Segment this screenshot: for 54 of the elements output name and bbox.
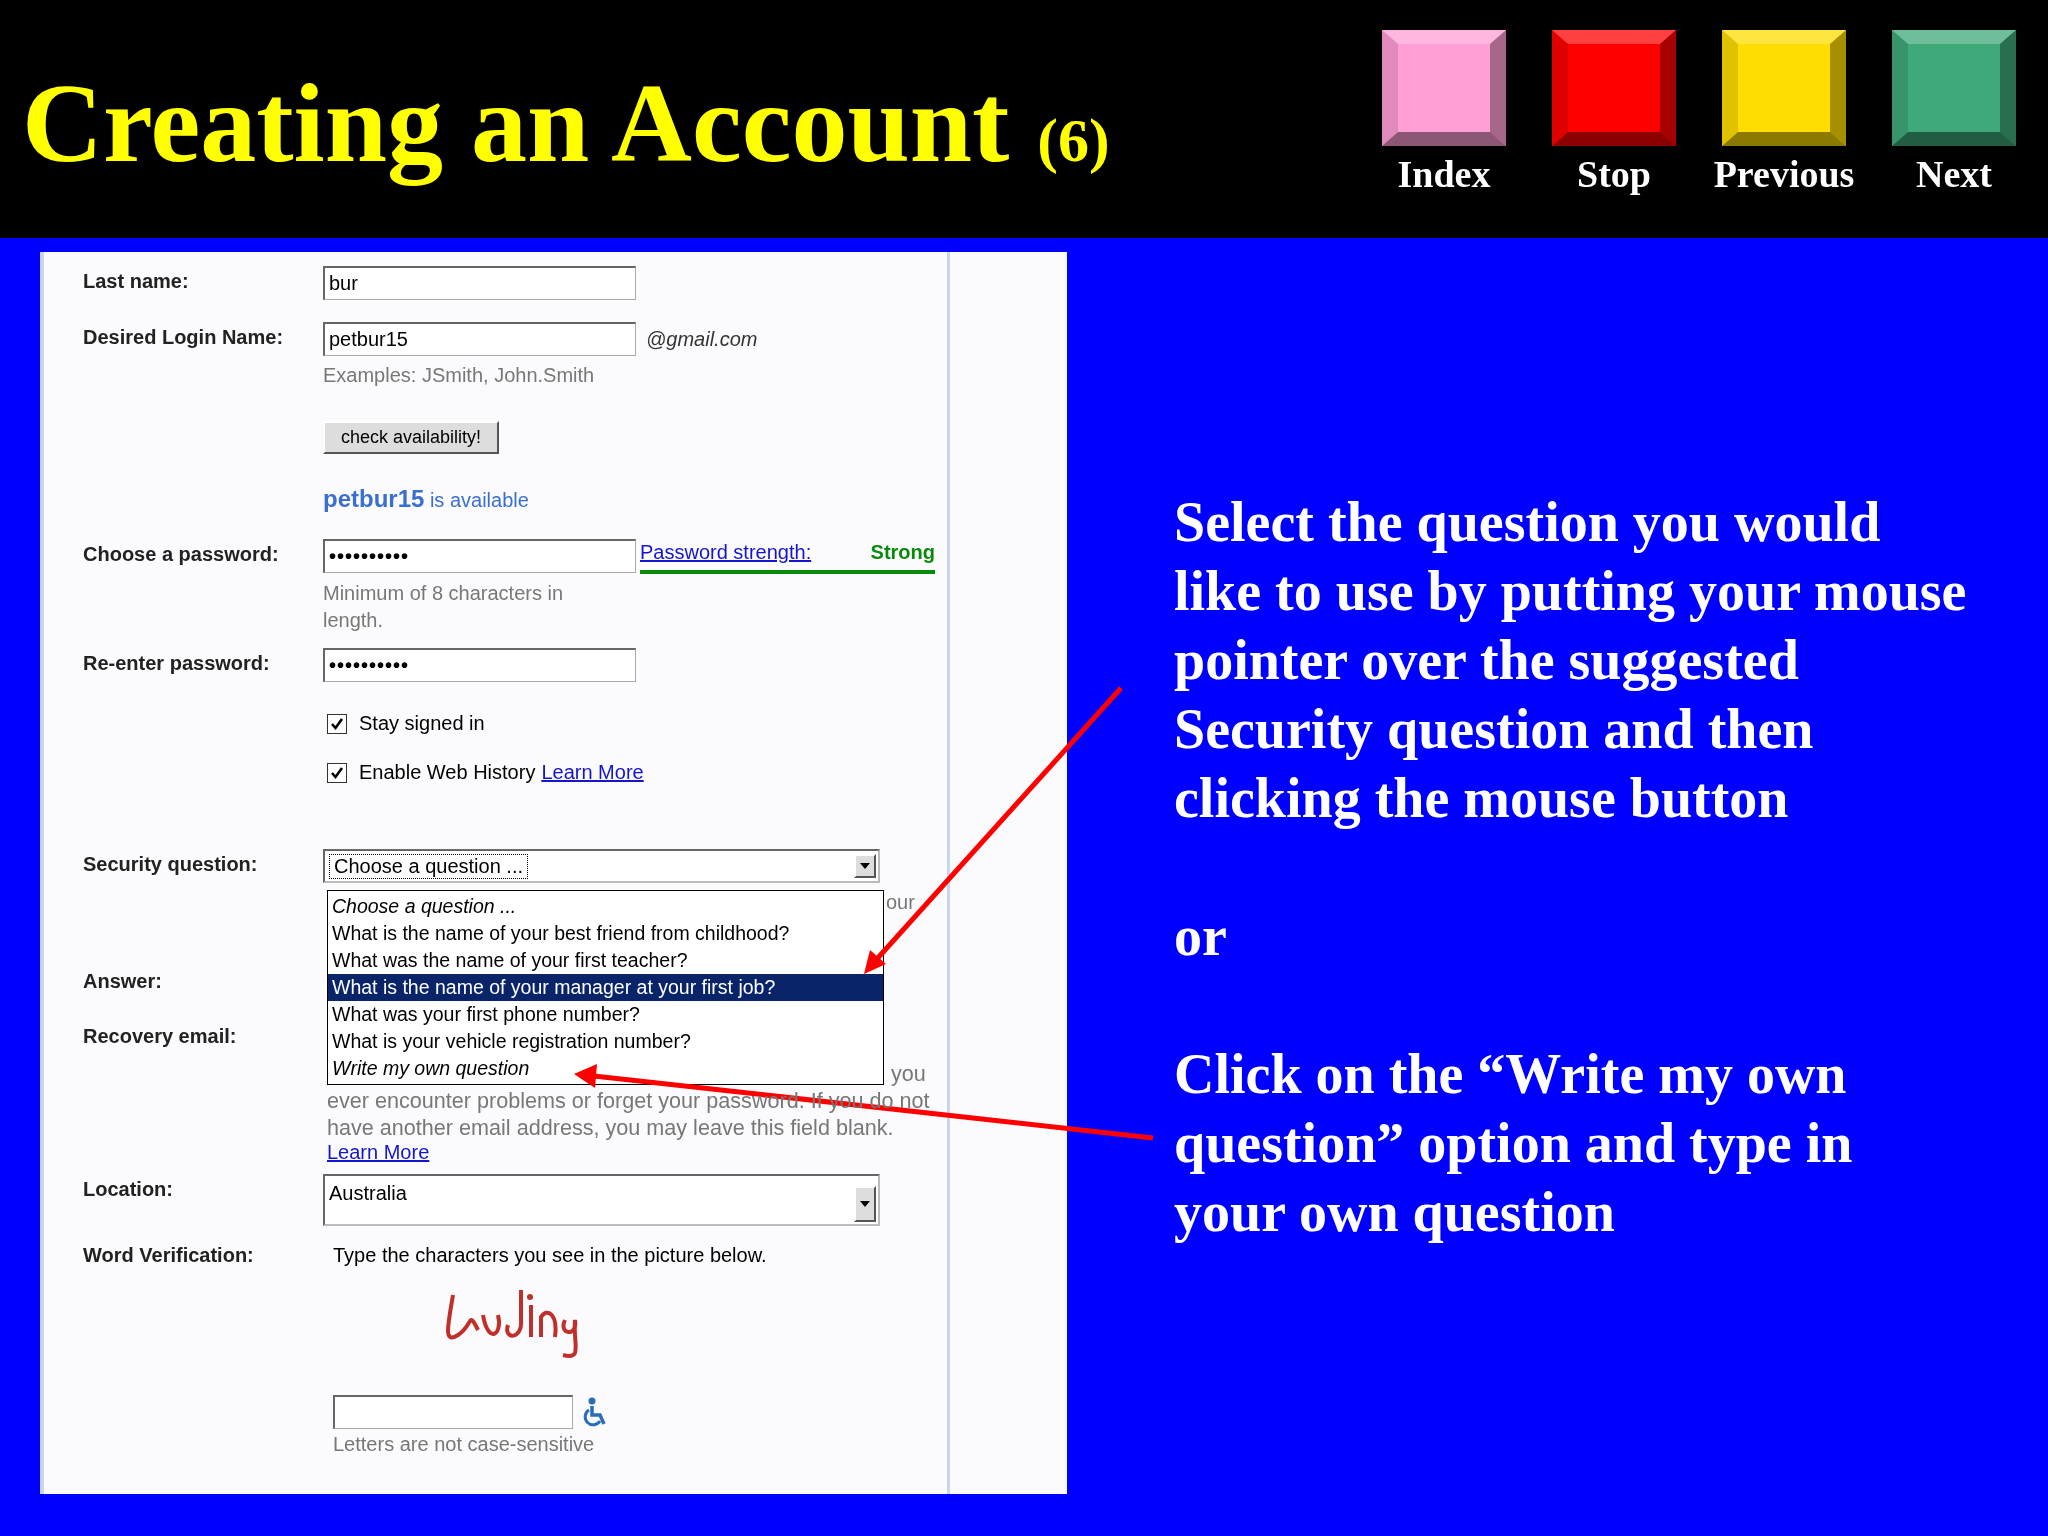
slide-number: (6) [1037,104,1110,176]
input-field[interactable]: •••••••••• [323,539,636,573]
field-label: Security question: [83,852,259,877]
check-availability-button[interactable]: check availability! [323,421,500,454]
instruction-text: Select the question you would like to use by putting your mouse pointer over the suggested Security question and then clicking the mouse button [1174,490,1968,831]
hint-text: have another email address, you may leave this field blank. [327,1114,894,1141]
dropdown-option[interactable]: What was your first phone number? [328,1001,883,1028]
dropdown-option[interactable]: What was the name of your first teacher? [328,947,883,974]
checkbox[interactable] [327,762,347,783]
hint-text: Letters are not case-sensitive [333,1433,595,1456]
square-bevel-icon[interactable] [1892,30,2016,146]
dropdown-option[interactable]: What is your vehicle registration number? [328,1028,883,1055]
nav-button[interactable]: Next [1916,152,1992,196]
instruction-text: Type the characters you see in the picture below. [333,1243,767,1267]
hint-text: you [891,1060,926,1087]
field-label: Last name: [83,269,190,294]
domain-suffix: @gmail.com [646,327,758,351]
checkbox[interactable] [327,713,347,734]
dropdown-option[interactable]: Choose a question ... [328,893,883,920]
square-bevel-icon[interactable] [1722,30,1846,146]
nav-button[interactable]: Stop [1577,152,1651,196]
field-label: Desired Login Name: [83,325,285,350]
input-field[interactable]: petbur15 [323,322,636,356]
learn-more-link[interactable]: Learn More [541,761,644,784]
nav-button[interactable]: Index [1397,152,1491,196]
location-dropdown[interactable]: Australia [323,1174,880,1226]
field-label: Location: [83,1177,174,1202]
hint-text: Minimum of 8 characters in length. [323,581,565,633]
field-label: Word Verification: [83,1243,255,1268]
security-question-dropdown[interactable]: Choose a question ... [323,849,880,883]
instruction-text: or [1174,904,1228,969]
slide-title: Creating an Account [22,59,1010,188]
input-field[interactable]: bur [323,266,636,300]
hint-text: Examples: JSmith, John.Smith [323,364,595,387]
input-field[interactable] [333,1395,573,1429]
checkbox-label: Enable Web History [359,761,536,784]
availability-message: petbur15 is available [323,485,529,513]
field-label: Answer: [83,969,163,993]
instruction-text: Click on the “Write my own question” option and type in your own question [1174,1042,1854,1245]
square-bevel-icon[interactable] [1552,30,1676,146]
square-bevel-icon[interactable] [1382,30,1506,146]
field-label: Choose a password: [83,542,280,567]
learn-more-link[interactable]: Learn More [327,1141,430,1164]
dropdown-option[interactable]: What is the name of your best friend from childhood? [328,920,883,947]
dropdown-option[interactable]: What is the name of your manager at your first job? [328,974,883,1001]
hint-text: our [886,891,915,914]
dropdown-option[interactable]: Write my own question [328,1055,883,1082]
field-label: Recovery email: [83,1024,238,1048]
checkbox-label: Stay signed in [359,712,485,735]
nav-button[interactable]: Previous [1713,152,1855,196]
input-field[interactable]: •••••••••• [323,648,636,682]
password-strength-link[interactable]: Password strength: [640,541,812,564]
field-label: Re-enter password: [83,651,271,676]
strength-text: Strong [870,541,935,564]
